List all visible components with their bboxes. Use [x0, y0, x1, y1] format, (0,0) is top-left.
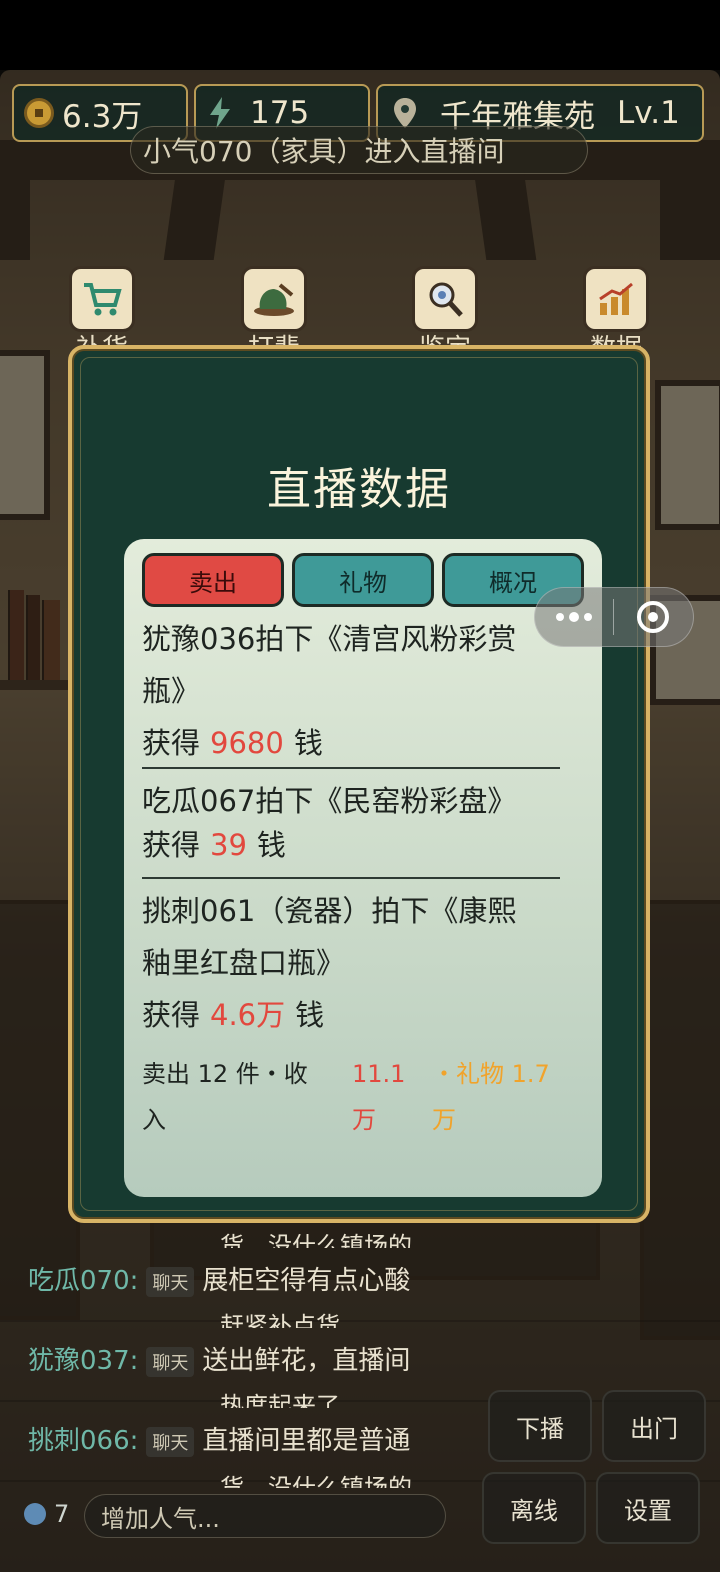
bar-chart-icon	[599, 282, 633, 315]
coin-icon	[24, 98, 54, 128]
sale-record-title: 挑刺061（瓷器）拍下《康熙	[142, 894, 517, 928]
sale-record-earnings: 获得 4.6万钱	[142, 989, 560, 1041]
earn-prefix: 获得	[142, 726, 201, 760]
chat-username[interactable]: 挑刺066:	[28, 1426, 138, 1456]
shop-level: Lv.1	[617, 95, 680, 131]
sale-record: 吃瓜067拍下《民窑粉彩盘》 获得 39 钱	[142, 775, 560, 871]
record-divider	[142, 767, 560, 769]
sales-summary: 卖出 12 件・收 入 11.1 万 ・礼物 1.7 万	[142, 1051, 582, 1151]
jade-stone-icon	[254, 283, 294, 316]
live-stats-modal: 直播数据 卖出 礼物 概况 犹豫036拍下《清宫风粉彩赏 瓶》 获得 9680 钱 …	[68, 345, 650, 1223]
record-divider	[142, 877, 560, 879]
sale-record-title: 犹豫036拍下《清宫风粉彩赏	[142, 622, 517, 656]
chat-continuation: 赶紧补点货。	[220, 1312, 364, 1328]
summary-income-unit: 万	[352, 1106, 376, 1134]
chat-continuation: 货，没什么镇场的	[220, 1474, 412, 1488]
shopping-cart-icon	[84, 283, 122, 316]
summary-gift-unit: 万	[432, 1106, 456, 1134]
magnifier-icon	[429, 282, 463, 317]
sale-record: 挑刺061（瓷器）拍下《康熙 釉里红盘口瓶》 获得 4.6万钱	[142, 885, 560, 1041]
chat-message: 展柜空得有点心酸	[202, 1266, 411, 1296]
stats-card: 卖出 礼物 概况 犹豫036拍下《清宫风粉彩赏 瓶》 获得 9680 钱 吃瓜067…	[124, 539, 602, 1197]
chat-message: 直播间里都是普通	[202, 1426, 411, 1456]
viewer-count: 7	[24, 1500, 69, 1528]
entry-announcement: 小气070（家具）进入直播间	[130, 126, 588, 174]
earn-prefix: 获得	[142, 828, 201, 862]
summary-income: 11.1 万	[352, 1051, 422, 1143]
earn-amount: 9680	[210, 726, 284, 760]
end-stream-button[interactable]: 下播	[488, 1390, 592, 1462]
sale-record: 犹豫036拍下《清宫风粉彩赏 瓶》 获得 9680 钱	[142, 613, 560, 769]
tab-gifts[interactable]: 礼物	[292, 553, 434, 607]
summary-gift-value: ・礼物 1.7	[432, 1060, 550, 1088]
earn-amount: 39	[210, 828, 247, 862]
earn-prefix: 获得	[142, 998, 201, 1032]
appraise-button[interactable]	[412, 266, 478, 332]
tab-sold[interactable]: 卖出	[142, 553, 284, 607]
summary-gifts: ・礼物 1.7 万	[432, 1051, 582, 1143]
viewer-count-value: 7	[54, 1500, 70, 1528]
modal-title: 直播数据	[267, 464, 451, 515]
sale-record-title-cont: 瓶》	[142, 674, 201, 708]
summary-sold: 卖出 12 件・收 入	[142, 1051, 342, 1143]
jade-button[interactable]	[241, 266, 307, 332]
chat-row: 挑刺066: 聊天 直播间里都是普通	[28, 1420, 410, 1457]
miniprogram-capsule	[534, 587, 694, 647]
chat-continuation: 热度起来了。	[220, 1392, 364, 1408]
earn-suffix: 钱	[293, 726, 323, 760]
coins-value: 6.3万	[62, 98, 143, 135]
more-menu-icon[interactable]	[535, 611, 613, 622]
summary-sold-line: 入	[142, 1106, 166, 1134]
go-out-button[interactable]: 出门	[602, 1390, 706, 1462]
lightning-icon	[210, 97, 230, 129]
summary-sold-line: 卖出 12 件・收	[142, 1060, 308, 1088]
earn-suffix: 钱	[295, 998, 325, 1032]
chat-username[interactable]: 犹豫037:	[28, 1346, 138, 1376]
chat-message: 送出鲜花，直播间	[202, 1346, 411, 1376]
sale-record-title-cont: 釉里红盘口瓶》	[142, 946, 346, 980]
chat-username[interactable]: 吃瓜070:	[28, 1266, 138, 1296]
summary-income-value: 11.1	[352, 1060, 406, 1088]
settings-button[interactable]: 设置	[596, 1472, 700, 1544]
viewer-icon	[24, 1503, 46, 1525]
earn-suffix: 钱	[256, 828, 286, 862]
chat-type-tag: 聊天	[146, 1426, 195, 1457]
close-miniprogram-icon[interactable]	[614, 601, 694, 633]
data-button[interactable]	[583, 266, 649, 332]
chat-continuation: 货，没什么镇场的	[220, 1232, 412, 1248]
earn-amount: 4.6万	[210, 998, 286, 1032]
boost-popularity-input[interactable]: 增加人气...	[84, 1494, 446, 1538]
offline-button[interactable]: 离线	[482, 1472, 586, 1544]
chat-type-tag: 聊天	[146, 1266, 195, 1297]
chat-type-tag: 聊天	[146, 1346, 195, 1377]
sale-record-earnings: 获得 9680 钱	[142, 717, 560, 769]
restock-button[interactable]	[69, 266, 135, 332]
location-pin-icon	[394, 98, 416, 128]
chat-row: 犹豫037: 聊天 送出鲜花，直播间	[28, 1340, 410, 1377]
chat-row: 吃瓜070: 聊天 展柜空得有点心酸	[28, 1260, 410, 1297]
